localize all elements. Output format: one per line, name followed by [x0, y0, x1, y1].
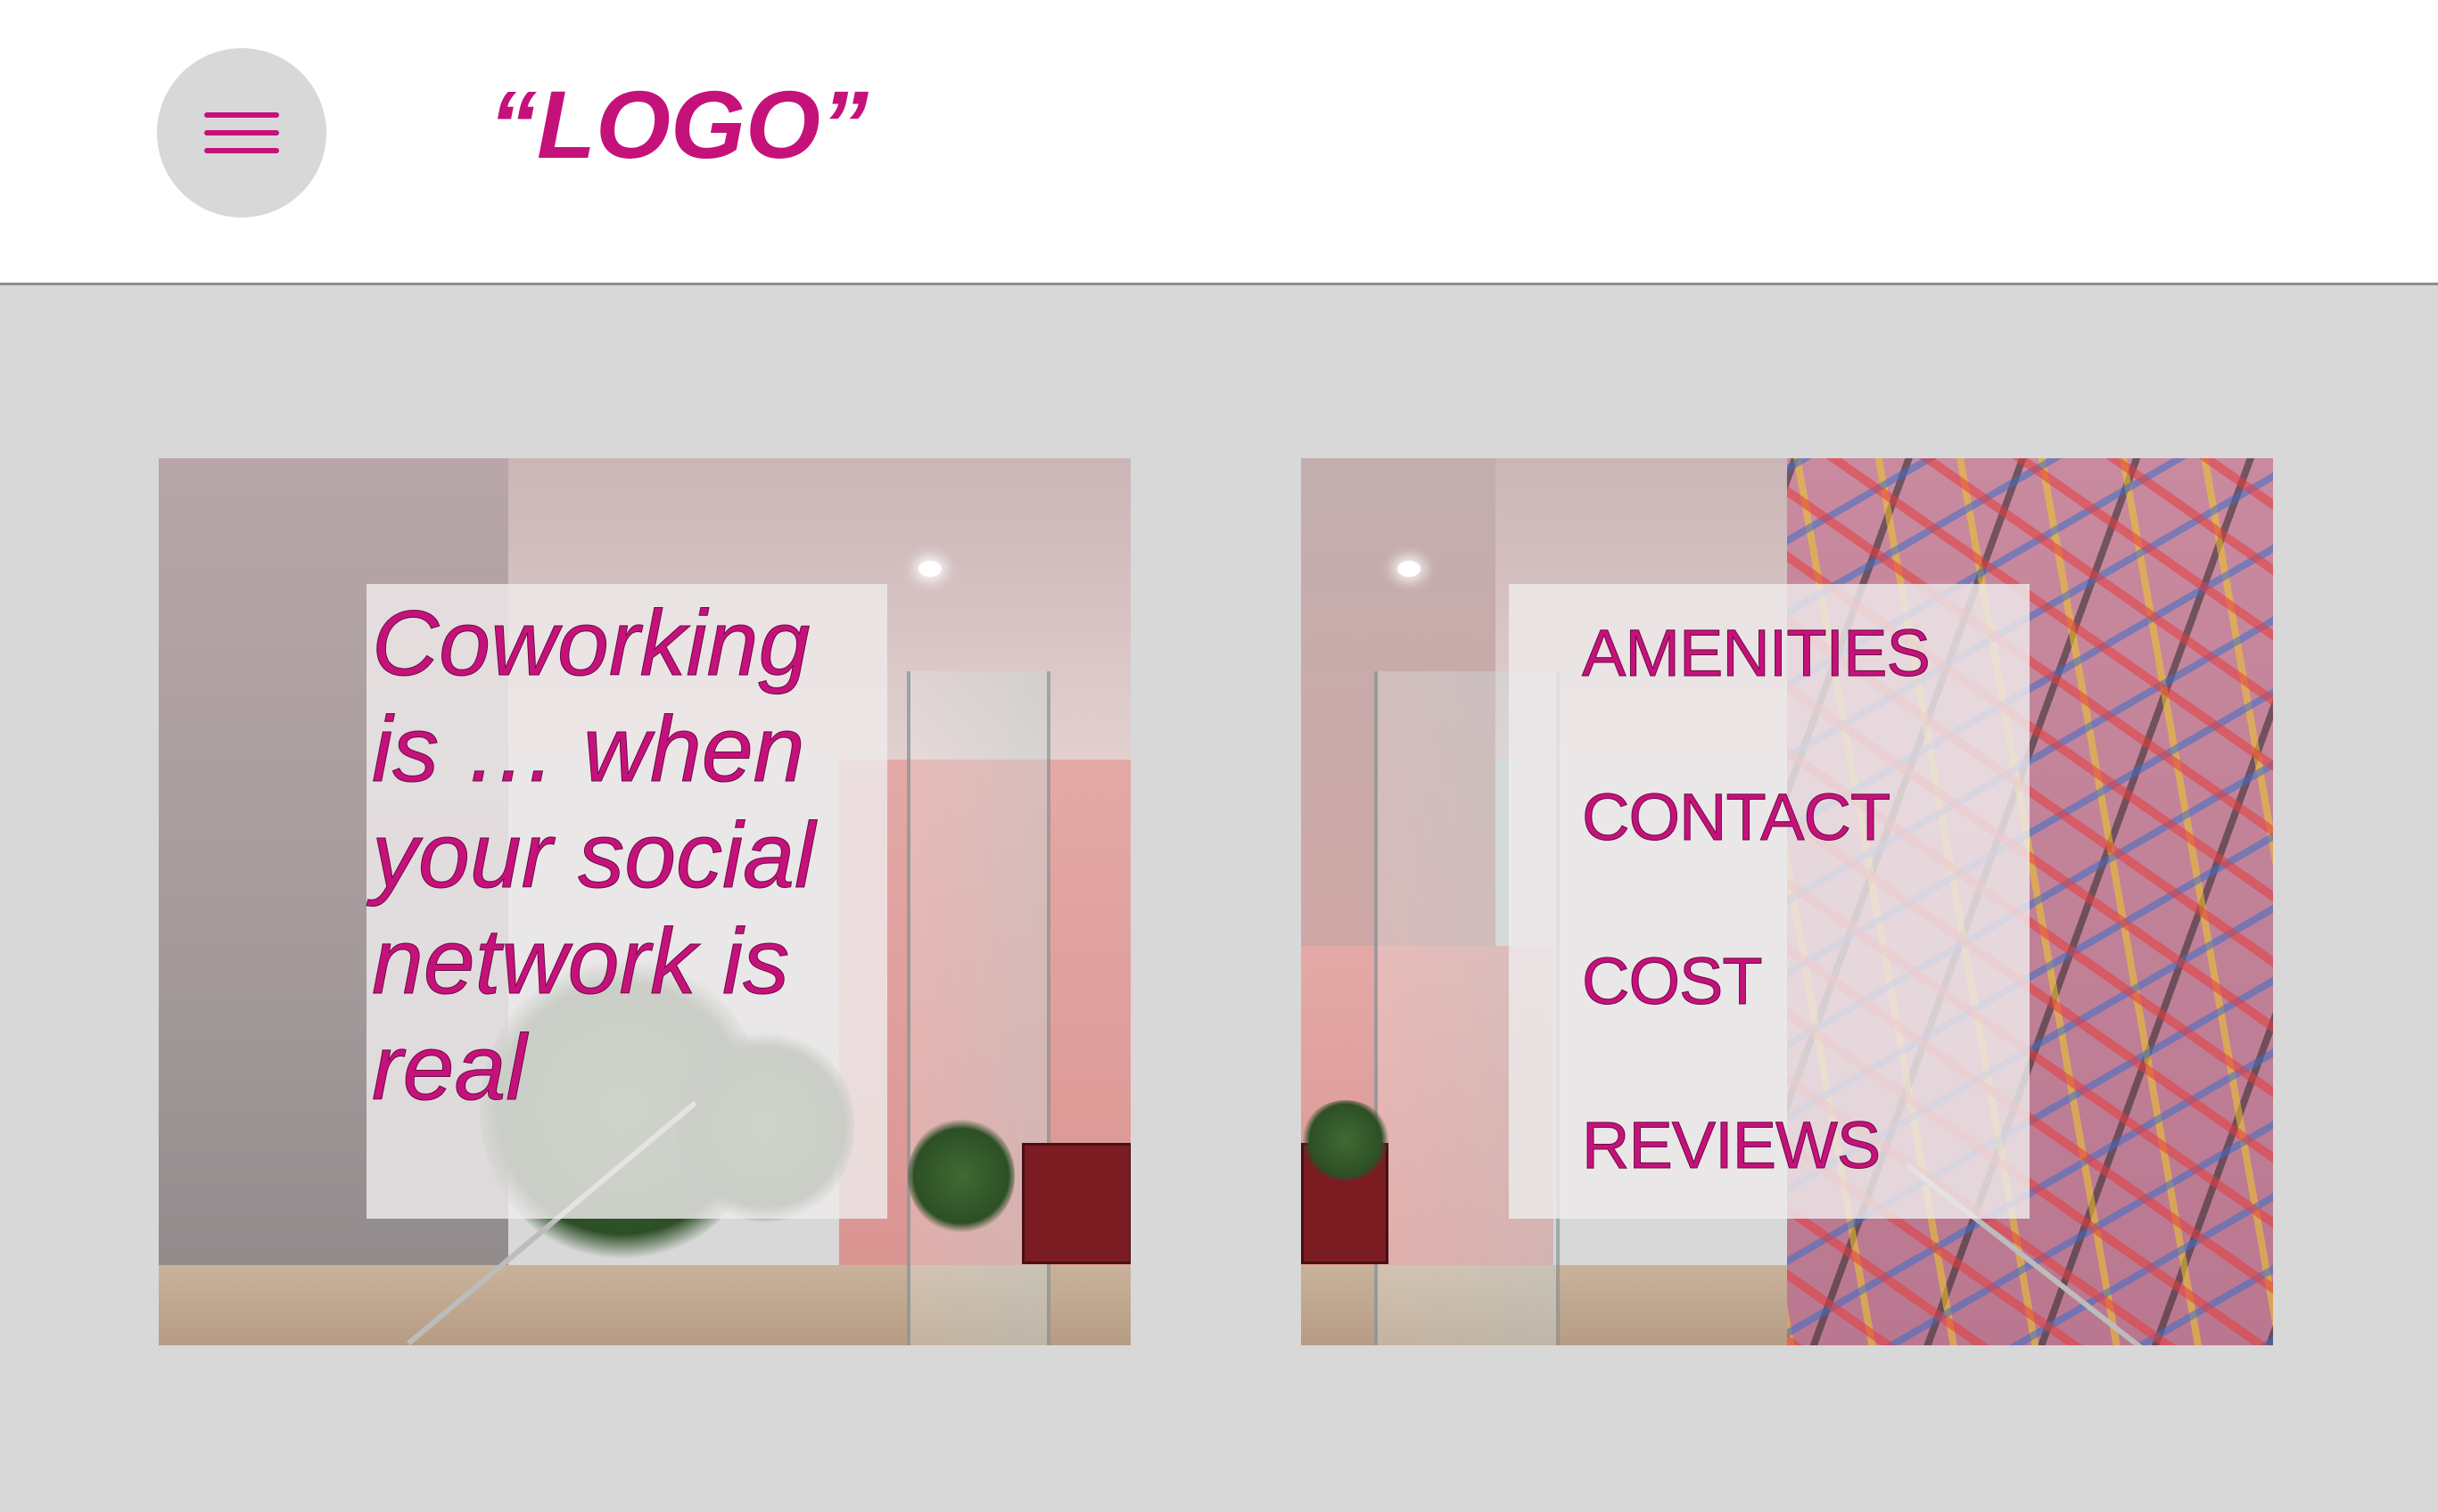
nav-item-contact[interactable]: CONTACT: [1582, 780, 2030, 855]
hero-tagline: Coworking is … when your social network …: [372, 592, 816, 1121]
nav-item-cost[interactable]: COST: [1582, 944, 2030, 1019]
tagline-panel: Coworking is … when your social network …: [367, 584, 887, 1219]
hero-card: Coworking is … when your social network …: [159, 458, 1131, 1345]
site-header: “LOGO”: [0, 0, 2438, 285]
nav-panel: AMENITIES CONTACT COST REVIEWS: [1509, 584, 2030, 1219]
site-logo[interactable]: “LOGO”: [489, 71, 869, 178]
nav-item-amenities[interactable]: AMENITIES: [1582, 616, 2030, 691]
navigation-card: AMENITIES CONTACT COST REVIEWS: [1301, 458, 2273, 1345]
hamburger-menu-icon: [204, 112, 279, 153]
menu-button[interactable]: [157, 48, 326, 218]
nav-menu: AMENITIES CONTACT COST REVIEWS: [1509, 584, 2030, 1183]
nav-item-reviews[interactable]: REVIEWS: [1582, 1108, 2030, 1183]
